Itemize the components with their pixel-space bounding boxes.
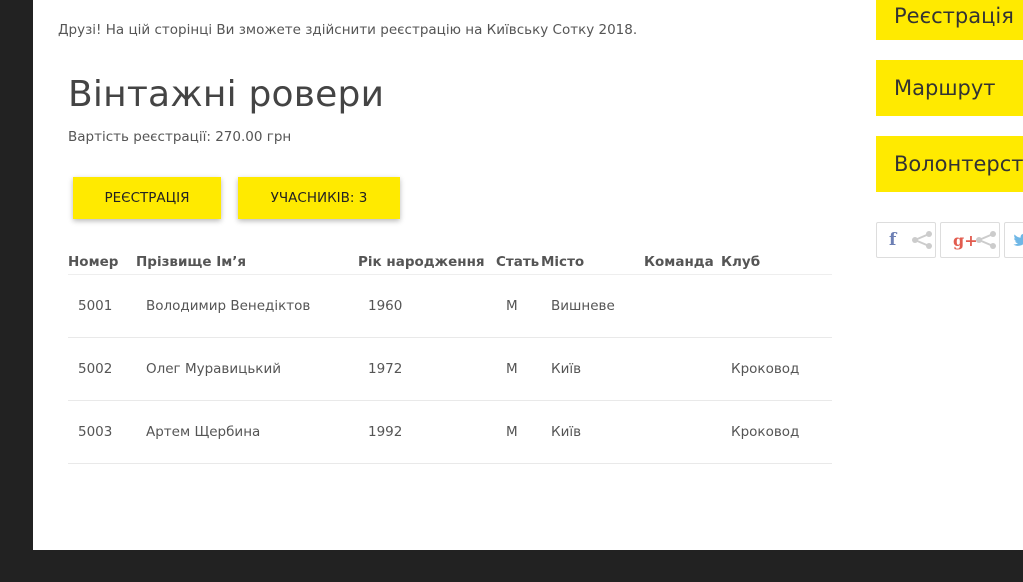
table-row: 5003 Артем Щербина 1992 М Київ Кроковод <box>68 400 832 464</box>
cell-birth-year: 1992 <box>358 400 496 464</box>
header-team: Команда <box>644 250 721 275</box>
participants-table: Номер Прізвище Ім’я Рік народження Стать… <box>68 250 832 464</box>
header-name: Прізвище Ім’я <box>136 250 358 275</box>
cell-sex: М <box>496 274 541 338</box>
intro-text: Друзі! На цій сторінці Ви зможете здійсн… <box>58 22 638 38</box>
table-header-row: Номер Прізвище Ім’я Рік народження Стать… <box>68 250 832 275</box>
googleplus-icon: g+ <box>953 230 978 250</box>
page-content: Друзі! На цій сторінці Ви зможете здійсн… <box>33 0 1023 550</box>
header-birth-year: Рік народження <box>358 250 496 275</box>
sidebar-item-registration[interactable]: Реєстрація <box>876 0 1023 40</box>
table-row: 5002 Олег Муравицький 1972 М Київ Кроков… <box>68 337 832 401</box>
cell-sex: М <box>496 337 541 401</box>
cell-team <box>644 400 721 464</box>
cell-number: 5003 <box>68 400 136 464</box>
cell-sex: М <box>496 400 541 464</box>
cell-club: Кроковод <box>721 400 832 464</box>
cell-city: Вишневе <box>541 274 644 338</box>
cell-club: Кроковод <box>721 337 832 401</box>
sidebar-item-volunteering[interactable]: Волонтерство <box>876 136 1023 192</box>
googleplus-share-button[interactable]: g+ <box>940 222 1000 258</box>
register-button[interactable]: РЕЄСТРАЦІЯ <box>73 177 221 219</box>
cell-number: 5002 <box>68 337 136 401</box>
facebook-icon: f <box>889 230 897 250</box>
cell-club <box>721 274 832 338</box>
share-icon <box>976 231 996 249</box>
twitter-icon <box>1013 233 1023 246</box>
facebook-share-button[interactable]: f <box>876 222 936 258</box>
cell-city: Київ <box>541 400 644 464</box>
cell-name: Олег Муравицький <box>136 337 358 401</box>
registration-price: Вартість реєстрації: 270.00 грн <box>68 129 292 145</box>
header-sex: Стать <box>496 250 541 275</box>
table-row: 5001 Володимир Венедіктов 1960 М Вишневе <box>68 274 832 338</box>
cell-number: 5001 <box>68 274 136 338</box>
cell-birth-year: 1960 <box>358 274 496 338</box>
cell-birth-year: 1972 <box>358 337 496 401</box>
header-club: Клуб <box>721 250 832 275</box>
header-number: Номер <box>68 250 136 275</box>
cell-name: Володимир Венедіктов <box>136 274 358 338</box>
header-city: Місто <box>541 250 644 275</box>
cell-city: Київ <box>541 337 644 401</box>
participants-button[interactable]: УЧАСНИКІВ: 3 <box>238 177 400 219</box>
page-title: Вінтажні ровери <box>68 74 385 115</box>
cell-name: Артем Щербина <box>136 400 358 464</box>
share-icon <box>912 231 932 249</box>
sidebar-item-route[interactable]: Маршрут <box>876 60 1023 116</box>
cell-team <box>644 274 721 338</box>
cell-team <box>644 337 721 401</box>
twitter-share-button[interactable] <box>1004 222 1023 258</box>
